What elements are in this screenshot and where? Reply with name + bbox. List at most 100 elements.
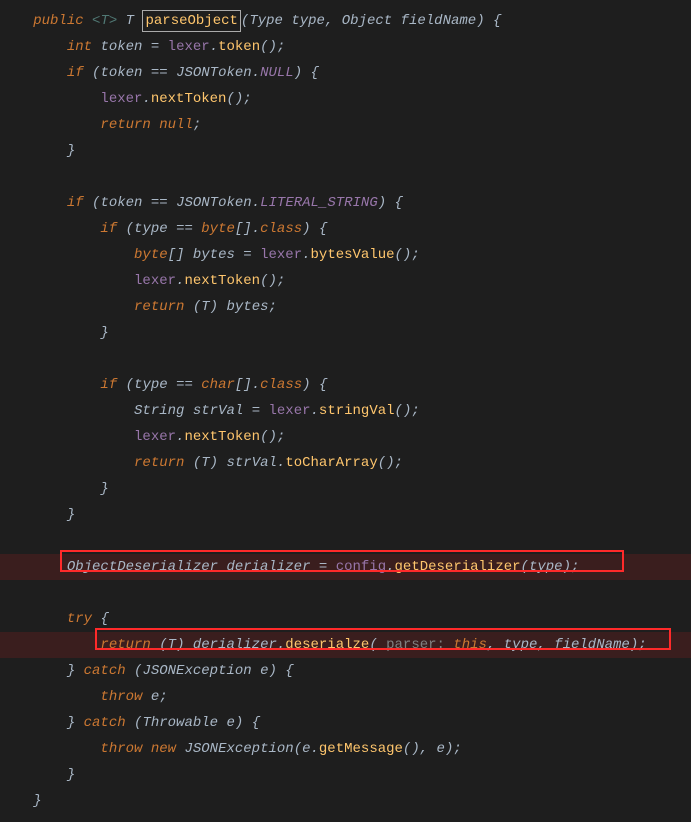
- keyword-throw: throw: [100, 689, 142, 705]
- exception-type: JSONException: [142, 663, 251, 679]
- code-line[interactable]: throw new JSONException(e.getMessage(), …: [0, 736, 691, 762]
- var-ref: token: [100, 195, 142, 211]
- class-ref: JSONToken: [176, 65, 252, 81]
- arg: type: [529, 559, 563, 575]
- code-line[interactable]: } catch (JSONException e) {: [0, 658, 691, 684]
- keyword-class: class: [260, 377, 302, 393]
- code-editor[interactable]: public <T> T parseObject(Type type, Obje…: [0, 0, 691, 822]
- code-line[interactable]: return null;: [0, 112, 691, 138]
- method-call: token: [218, 39, 260, 55]
- code-line[interactable]: int token = lexer.token();: [0, 34, 691, 60]
- keyword-if: if: [67, 195, 84, 211]
- field-ref: lexer: [168, 39, 210, 55]
- code-line[interactable]: return (T) strVal.toCharArray();: [0, 450, 691, 476]
- type-name: ObjectDeserializer: [67, 559, 218, 575]
- var-name: bytes: [193, 247, 235, 263]
- var-ref: e: [302, 741, 310, 757]
- code-line[interactable]: if (token == JSONToken.LITERAL_STRING) {: [0, 190, 691, 216]
- code-line[interactable]: }: [0, 788, 691, 814]
- exception-type: Throwable: [142, 715, 218, 731]
- type-byte: byte: [134, 247, 168, 263]
- field-ref: lexer: [134, 273, 176, 289]
- code-line[interactable]: [0, 580, 691, 606]
- field-ref: lexer: [100, 91, 142, 107]
- field-ref: lexer: [134, 429, 176, 445]
- method-call: nextToken: [184, 273, 260, 289]
- static-field: LITERAL_STRING: [260, 195, 378, 211]
- class-ref: JSONToken: [176, 195, 252, 211]
- method-call: getMessage: [319, 741, 403, 757]
- code-line[interactable]: public <T> T parseObject(Type type, Obje…: [0, 8, 691, 34]
- keyword-catch: catch: [84, 715, 126, 731]
- keyword-return: return: [134, 299, 184, 315]
- var-ref: bytes: [226, 299, 268, 315]
- cast-type: T: [168, 637, 176, 653]
- generic-type: <T>: [92, 13, 117, 29]
- var-ref: type: [134, 221, 168, 237]
- method-call: stringVal: [319, 403, 395, 419]
- keyword-return: return: [100, 117, 150, 133]
- code-line-highlighted[interactable]: ObjectDeserializer derializer = config.g…: [0, 554, 691, 580]
- param-name: fieldName: [401, 13, 477, 29]
- null-literal: null: [159, 117, 193, 133]
- code-line[interactable]: throw e;: [0, 684, 691, 710]
- param-type: Object: [342, 13, 392, 29]
- keyword-new: new: [151, 741, 176, 757]
- field-ref: lexer: [260, 247, 302, 263]
- method-name-boxed[interactable]: parseObject: [142, 10, 240, 32]
- code-line[interactable]: if (token == JSONToken.NULL) {: [0, 60, 691, 86]
- code-line-highlighted[interactable]: return (T) derializer.deserialze( parser…: [0, 632, 691, 658]
- code-line[interactable]: }: [0, 476, 691, 502]
- code-line[interactable]: try {: [0, 606, 691, 632]
- code-line[interactable]: }: [0, 320, 691, 346]
- code-line[interactable]: byte[] bytes = lexer.bytesValue();: [0, 242, 691, 268]
- code-line[interactable]: lexer.nextToken();: [0, 86, 691, 112]
- param-hint: parser:: [386, 637, 445, 653]
- method-call: nextToken: [151, 91, 227, 107]
- static-field: NULL: [260, 65, 294, 81]
- code-line[interactable]: [0, 346, 691, 372]
- code-line[interactable]: }: [0, 502, 691, 528]
- type-char: char: [201, 377, 235, 393]
- method-call: getDeserializer: [395, 559, 521, 575]
- var-ref: e: [151, 689, 159, 705]
- field-ref: config: [336, 559, 386, 575]
- code-line[interactable]: if (type == byte[].class) {: [0, 216, 691, 242]
- method-call: toCharArray: [285, 455, 377, 471]
- keyword-int: int: [67, 39, 92, 55]
- var-name: token: [100, 39, 142, 55]
- code-line[interactable]: return (T) bytes;: [0, 294, 691, 320]
- type-byte: byte: [201, 221, 235, 237]
- keyword-if: if: [100, 221, 117, 237]
- exception-type: JSONException: [184, 741, 293, 757]
- cast-type: T: [201, 455, 209, 471]
- code-line[interactable]: if (type == char[].class) {: [0, 372, 691, 398]
- keyword-if: if: [67, 65, 84, 81]
- param-name: type: [291, 13, 325, 29]
- keyword-return: return: [100, 637, 150, 653]
- code-line[interactable]: lexer.nextToken();: [0, 424, 691, 450]
- code-line[interactable]: String strVal = lexer.stringVal();: [0, 398, 691, 424]
- code-line[interactable]: [0, 528, 691, 554]
- var-ref: token: [100, 65, 142, 81]
- keyword-class: class: [260, 221, 302, 237]
- code-line[interactable]: } catch (Throwable e) {: [0, 710, 691, 736]
- arg: type: [504, 637, 538, 653]
- exception-var: e: [226, 715, 234, 731]
- keyword-this: this: [453, 637, 487, 653]
- var-name: strVal: [193, 403, 243, 419]
- arg: fieldName: [554, 637, 630, 653]
- var-ref: type: [134, 377, 168, 393]
- keyword-if: if: [100, 377, 117, 393]
- var-ref: e: [437, 741, 445, 757]
- method-call: nextToken: [184, 429, 260, 445]
- code-line[interactable]: }: [0, 138, 691, 164]
- var-ref: strVal: [226, 455, 276, 471]
- var-ref: derializer: [193, 637, 277, 653]
- keyword-public: public: [33, 13, 83, 29]
- code-line[interactable]: lexer.nextToken();: [0, 268, 691, 294]
- code-line[interactable]: [0, 164, 691, 190]
- code-line[interactable]: }: [0, 762, 691, 788]
- keyword-throw: throw: [100, 741, 142, 757]
- keyword-try: try: [67, 611, 92, 627]
